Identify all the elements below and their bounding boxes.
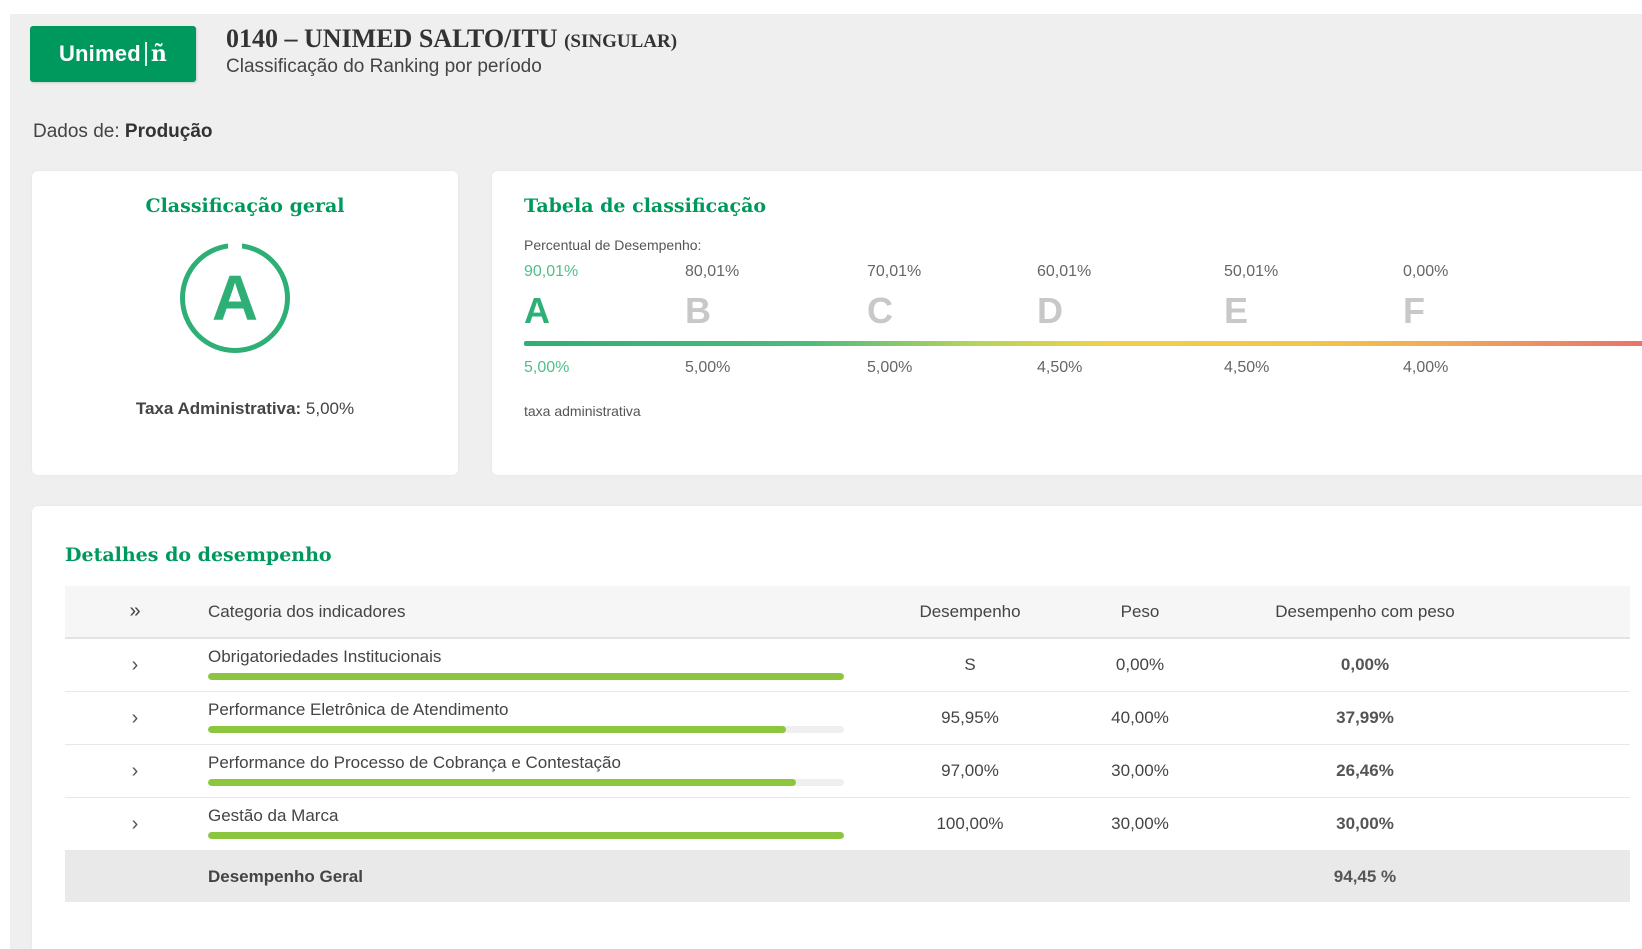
percentual-label: Percentual de Desempenho: xyxy=(524,237,702,253)
categoria-cell: Performance Eletrônica de Atendimento xyxy=(208,692,848,744)
taxa-value: 5,00% xyxy=(305,399,355,418)
dados-de: Dados de: Produção xyxy=(33,121,213,143)
desempenho-peso-cell: 0,00% xyxy=(1340,655,1390,674)
detalhes-title: Detalhes do desempenho xyxy=(65,544,332,566)
grade-column-b: 80,01% B 5,00% xyxy=(685,263,739,377)
dados-value: Produção xyxy=(124,121,213,142)
peso-cell: 0,00% xyxy=(1115,655,1165,674)
progress-bar xyxy=(208,672,844,680)
grade-letter: E xyxy=(1224,290,1249,331)
chevron-right-icon[interactable]: › xyxy=(120,692,150,744)
categoria-label: Obrigatoriedades Institucionais xyxy=(208,646,442,666)
dados-label: Dados de: xyxy=(33,121,120,142)
grade-percent: 80,01% xyxy=(685,263,740,280)
progress-bar-fill xyxy=(208,778,797,786)
tabela-classificacao-title: Tabela de classificação xyxy=(524,195,767,217)
grade-letter: A xyxy=(211,262,259,334)
page-title-main: 0140 – UNIMED SALTO/ITU xyxy=(226,24,558,53)
progress-bar xyxy=(208,778,844,786)
grade-taxa: 4,50% xyxy=(1224,359,1270,376)
categoria-cell: Obrigatoriedades Institucionais xyxy=(208,639,848,691)
page: Unimed ñ 0140 – UNIMED SALTO/ITU (singul… xyxy=(10,14,1642,949)
peso-cell: 40,00% xyxy=(1111,708,1169,727)
classificacao-geral-title: Classificação geral xyxy=(145,195,345,217)
progress-bar xyxy=(208,725,844,733)
peso-cell: 30,00% xyxy=(1111,761,1169,780)
taxa-label: Taxa Administrativa: xyxy=(135,399,302,418)
grade-badge-gap xyxy=(228,240,242,250)
logo-separator xyxy=(144,42,147,66)
desempenho-cell: 97,00% xyxy=(941,761,999,780)
total-value: 94,45 % xyxy=(1333,866,1397,886)
categoria-label: Performance Eletrônica de Atendimento xyxy=(208,699,509,719)
classificacao-geral-card: Classificação geral A Taxa Administrativ… xyxy=(32,171,458,475)
unimed-logo[interactable]: Unimed ñ xyxy=(30,26,196,82)
grade-percent: 60,01% xyxy=(1037,263,1092,280)
grade-letter: F xyxy=(1403,290,1425,331)
column-desempenho-peso: Desempenho com peso xyxy=(1275,601,1455,621)
column-peso: Peso xyxy=(1120,601,1160,621)
grade-column-e: 50,01% E 4,50% xyxy=(1224,263,1278,377)
grade-taxa: 5,00% xyxy=(524,359,570,376)
categoria-label: Performance do Processo de Cobrança e Co… xyxy=(208,752,621,772)
page-subtitle: Classificação do Ranking por período xyxy=(226,56,542,77)
desempenho-cell: 100,00% xyxy=(936,814,1004,833)
progress-bar-fill xyxy=(208,672,844,680)
table-row[interactable]: › Performance Eletrônica de Atendimento … xyxy=(65,692,1630,745)
grade-percent: 90,01% xyxy=(524,263,579,280)
grade-letter: A xyxy=(524,290,550,331)
grade-letter: D xyxy=(1037,290,1063,331)
total-label: Desempenho Geral xyxy=(208,866,363,886)
desempenho-cell: 95,95% xyxy=(941,708,999,727)
progress-bar xyxy=(208,831,844,839)
detalhes-desempenho-card: Detalhes do desempenho » Categoria dos i… xyxy=(32,506,1642,949)
grade-scale-bar xyxy=(524,341,1642,346)
taxa-administrativa-label: taxa administrativa xyxy=(524,403,641,419)
peso-cell: 30,00% xyxy=(1111,814,1169,833)
desempenho-peso-cell: 37,99% xyxy=(1336,708,1394,727)
logo-text: Unimed xyxy=(58,41,141,66)
table-row[interactable]: › Obrigatoriedades Institucionais S 0,00… xyxy=(65,639,1630,692)
grade-letter: C xyxy=(867,290,893,331)
chevron-right-icon[interactable]: › xyxy=(120,639,150,691)
grade-column-f: 0,00% F 4,00% xyxy=(1403,263,1448,377)
grade-column-a: 90,01% A 5,00% xyxy=(524,263,578,377)
grade-taxa: 5,00% xyxy=(867,359,913,376)
table-row[interactable]: › Performance do Processo de Cobrança e … xyxy=(65,745,1630,798)
grade-column-c: 70,01% C 5,00% xyxy=(867,263,921,377)
chevron-right-icon[interactable]: › xyxy=(120,798,150,850)
total-row: Desempenho Geral 94,45 % xyxy=(65,851,1630,902)
column-categoria: Categoria dos indicadores xyxy=(208,601,406,621)
page-title-suffix: (singular) xyxy=(564,31,678,52)
categoria-label: Gestão da Marca xyxy=(208,805,339,825)
grade-column-d: 60,01% D 4,50% xyxy=(1037,263,1091,377)
grade-percent: 50,01% xyxy=(1224,263,1279,280)
grade-taxa: 4,50% xyxy=(1037,359,1083,376)
page-title: 0140 – UNIMED SALTO/ITU (singular) xyxy=(226,24,677,54)
grade-taxa: 5,00% xyxy=(685,359,731,376)
categoria-cell: Gestão da Marca xyxy=(208,798,848,850)
desempenho-peso-cell: 26,46% xyxy=(1336,761,1394,780)
progress-bar-fill xyxy=(208,831,844,839)
expand-all-icon[interactable]: » xyxy=(120,586,150,637)
categoria-cell: Performance do Processo de Cobrança e Co… xyxy=(208,745,848,797)
grade-letter: B xyxy=(685,290,711,331)
grade-taxa: 4,00% xyxy=(1403,359,1449,376)
grade-percent: 70,01% xyxy=(867,263,922,280)
table-row[interactable]: › Gestão da Marca 100,00% 30,00% 30,00% xyxy=(65,798,1630,851)
grade-percent: 0,00% xyxy=(1403,263,1449,280)
taxa-administrativa: Taxa Administrativa: 5,00% xyxy=(32,399,458,419)
grade-badge: A xyxy=(180,243,290,353)
logo-mark-icon: ñ xyxy=(150,41,168,67)
tabela-classificacao-card: Tabela de classificação Percentual de De… xyxy=(492,171,1642,475)
desempenho-cell: S xyxy=(964,655,976,674)
desempenho-peso-cell: 30,00% xyxy=(1336,814,1394,833)
progress-bar-fill xyxy=(208,725,787,733)
table-header: » Categoria dos indicadores Desempenho P… xyxy=(65,586,1630,639)
column-desempenho: Desempenho xyxy=(919,601,1021,621)
chevron-right-icon[interactable]: › xyxy=(120,745,150,797)
desempenho-table: » Categoria dos indicadores Desempenho P… xyxy=(65,586,1630,902)
